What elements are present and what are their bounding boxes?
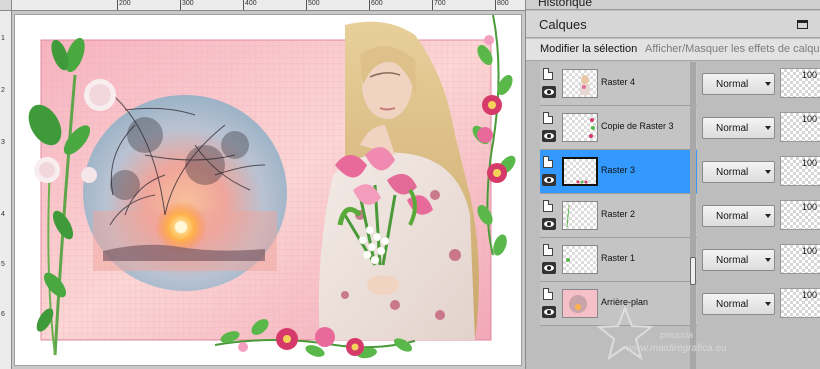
layer-name[interactable]: Copie de Raster 3: [601, 121, 674, 131]
ruler-label: 1: [1, 35, 5, 42]
opacity-slider[interactable]: 100: [780, 200, 820, 230]
artwork: [28, 15, 516, 359]
visibility-eye-icon[interactable]: [542, 306, 556, 318]
chevron-down-icon: [765, 82, 771, 86]
chevron-down-icon: [765, 126, 771, 130]
ruler-tick: [306, 0, 307, 10]
layer-name[interactable]: Raster 1: [601, 253, 635, 263]
ruler-label: 300: [182, 0, 194, 7]
layer-row[interactable]: Copie de Raster 3: [540, 106, 697, 150]
layer-name[interactable]: Raster 3: [601, 165, 635, 175]
layer-thumbnail: [562, 157, 598, 186]
visibility-eye-icon[interactable]: [542, 174, 556, 186]
visibility-eye-icon[interactable]: [542, 130, 556, 142]
history-panel-title: Historique: [538, 0, 593, 9]
ruler-label: 200: [119, 0, 131, 7]
layer-row[interactable]: Raster 2: [540, 194, 697, 238]
layer-thumbnail: [562, 201, 598, 230]
ruler-tick: [432, 0, 433, 10]
layer-props-row: Normal 100: [702, 150, 820, 194]
opacity-value: 100: [802, 114, 818, 124]
layer-props-row: Normal 100: [702, 194, 820, 238]
ruler-tick: [243, 0, 244, 10]
ruler-tick: [180, 0, 181, 10]
blend-mode-label: Normal: [716, 211, 749, 222]
blend-mode-select[interactable]: Normal: [702, 205, 775, 227]
ruler-tick: [369, 0, 370, 10]
ruler-corner: [0, 0, 12, 11]
layer-thumbnail: [562, 113, 598, 142]
blend-mode-select[interactable]: Normal: [702, 161, 775, 183]
layer-group-icon[interactable]: [543, 200, 553, 212]
layer-name[interactable]: Raster 2: [601, 209, 635, 219]
opacity-slider[interactable]: 100: [780, 244, 820, 274]
ruler-tick: [495, 0, 496, 10]
app-window: 200 300 400 500 600 700 800 1 2 3 4 5 6: [0, 0, 820, 369]
layer-group-icon[interactable]: [543, 68, 553, 80]
history-panel-header[interactable]: Historique: [526, 0, 820, 10]
chevron-down-icon: [765, 258, 771, 262]
blend-mode-select[interactable]: Normal: [702, 73, 775, 95]
opacity-value: 100: [802, 246, 818, 256]
blend-mode-label: Normal: [716, 123, 749, 134]
layer-group-icon[interactable]: [543, 244, 553, 256]
layer-name[interactable]: Raster 4: [601, 77, 635, 87]
ruler-label: 800: [497, 0, 509, 7]
layer-thumbnail: [562, 69, 598, 98]
watermark-name: pinuccia: [660, 330, 694, 340]
layer-group-icon[interactable]: [543, 112, 553, 124]
blend-mode-label: Normal: [716, 167, 749, 178]
layers-panel-title: Calques: [539, 17, 587, 32]
layer-thumbnail: [562, 245, 598, 274]
visibility-eye-icon[interactable]: [542, 262, 556, 274]
layers-panel-header[interactable]: Calques: [526, 11, 820, 38]
ruler-label: 6: [1, 311, 5, 318]
opacity-slider[interactable]: 100: [780, 156, 820, 186]
layer-props-row: Normal 100: [702, 62, 820, 106]
ruler-label: 700: [434, 0, 446, 7]
canvas-area[interactable]: 200 300 400 500 600 700 800 1 2 3 4 5 6: [0, 0, 525, 369]
layer-group-icon[interactable]: [543, 288, 553, 300]
watermark-url: www.maidiregrafica.eu: [626, 343, 727, 354]
document-canvas[interactable]: [14, 14, 522, 366]
opacity-slider[interactable]: 100: [780, 68, 820, 98]
ruler-label: 3: [1, 139, 5, 146]
layers-toolbar: Modifier la sélection Afficher/Masquer l…: [526, 39, 820, 61]
modify-selection-button[interactable]: Modifier la sélection: [540, 43, 637, 55]
ruler-label: 2: [1, 87, 5, 94]
chevron-down-icon: [765, 170, 771, 174]
ruler-horizontal: 200 300 400 500 600 700 800: [12, 0, 525, 11]
layer-props-row: Normal 100: [702, 238, 820, 282]
blend-mode-select[interactable]: Normal: [702, 249, 775, 271]
layer-row[interactable]: Raster 1: [540, 238, 697, 282]
opacity-value: 100: [802, 202, 818, 212]
opacity-slider[interactable]: 100: [780, 288, 820, 318]
toggle-layer-effects-button[interactable]: Afficher/Masquer les effets de calqu: [645, 43, 819, 55]
opacity-value: 100: [802, 290, 818, 300]
ruler-label: 500: [308, 0, 320, 7]
ruler-label: 4: [1, 211, 5, 218]
layer-row[interactable]: Raster 4: [540, 62, 697, 106]
blend-mode-label: Normal: [716, 79, 749, 90]
blend-mode-label: Normal: [716, 255, 749, 266]
ruler-vertical: 1 2 3 4 5 6: [0, 11, 12, 369]
opacity-slider[interactable]: 100: [780, 112, 820, 142]
layer-props-row: Normal 100: [702, 106, 820, 150]
opacity-value: 100: [802, 158, 818, 168]
maximize-window-icon[interactable]: [797, 20, 808, 29]
blend-mode-select[interactable]: Normal: [702, 117, 775, 139]
ruler-label: 600: [371, 0, 383, 7]
chevron-down-icon: [765, 214, 771, 218]
layer-group-icon[interactable]: [543, 156, 553, 168]
ruler-tick: [117, 0, 118, 10]
ruler-label: 5: [1, 261, 5, 268]
layers-scrollbar-thumb[interactable]: [690, 257, 696, 285]
ruler-label: 400: [245, 0, 257, 7]
visibility-eye-icon[interactable]: [542, 86, 556, 98]
opacity-value: 100: [802, 70, 818, 80]
layer-row[interactable]: Raster 3: [540, 150, 697, 194]
visibility-eye-icon[interactable]: [542, 218, 556, 230]
